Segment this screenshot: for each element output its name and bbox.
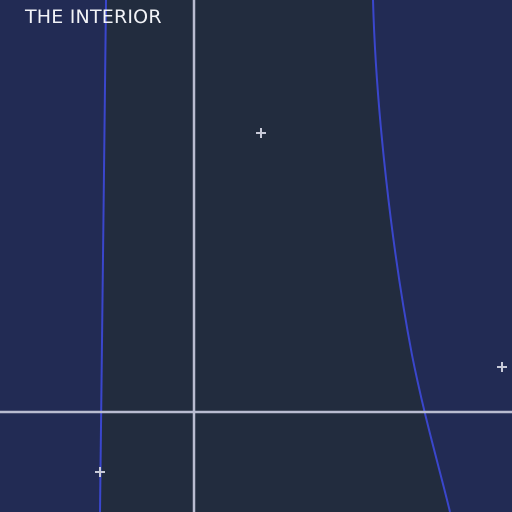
level-title: THE INTERIOR	[25, 6, 162, 28]
plane-scene	[0, 0, 512, 512]
game-canvas[interactable]: THE INTERIOR	[0, 0, 512, 512]
